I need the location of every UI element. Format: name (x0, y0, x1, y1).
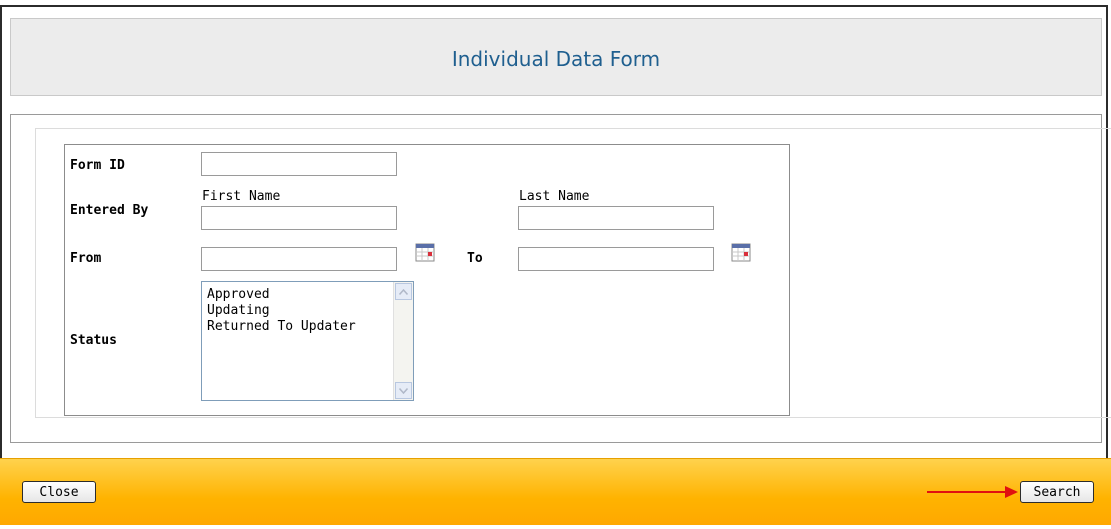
close-button[interactable]: Close (22, 481, 96, 503)
form-id-label: Form ID (70, 158, 125, 173)
chevron-down-icon (399, 387, 408, 394)
status-listbox[interactable]: Approved Updating Returned To Updater (201, 281, 414, 401)
to-calendar-icon[interactable] (731, 242, 751, 262)
arrow-right-icon (927, 486, 1018, 498)
status-option[interactable]: Updating (207, 303, 356, 319)
status-option[interactable]: Approved (207, 287, 356, 303)
from-calendar-icon[interactable] (415, 242, 435, 262)
last-name-input[interactable] (518, 206, 714, 230)
search-form (64, 144, 790, 416)
scroll-down-button[interactable] (395, 382, 412, 399)
chevron-up-icon (399, 288, 408, 295)
to-date-input[interactable] (518, 247, 714, 271)
header-bar: Individual Data Form (10, 18, 1102, 96)
to-label: To (467, 251, 483, 266)
form-id-input[interactable] (201, 152, 397, 176)
first-name-label: First Name (202, 189, 281, 204)
status-label: Status (70, 333, 117, 348)
status-scrollbar[interactable] (393, 282, 413, 400)
from-label: From (70, 251, 102, 266)
page-title: Individual Data Form (451, 47, 661, 71)
last-name-label: Last Name (519, 189, 590, 204)
status-option[interactable]: Returned To Updater (207, 319, 356, 335)
scroll-up-button[interactable] (395, 283, 412, 300)
entered-by-label: Entered By (70, 203, 149, 218)
from-date-input[interactable] (201, 247, 397, 271)
footer-bar: Close Search (0, 458, 1111, 525)
first-name-input[interactable] (201, 206, 397, 230)
search-button[interactable]: Search (1020, 481, 1094, 503)
